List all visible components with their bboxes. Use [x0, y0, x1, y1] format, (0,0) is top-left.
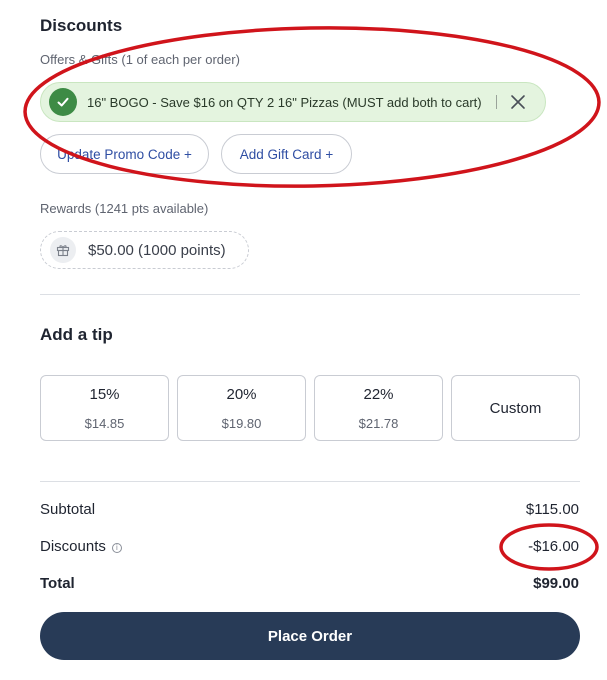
tip-amount: $19.80 — [221, 416, 262, 431]
tip-option-20[interactable]: 20% $19.80 — [177, 375, 306, 441]
tip-title: Add a tip — [40, 325, 113, 344]
gift-icon — [50, 237, 76, 263]
subtotal-value: $115.00 — [525, 501, 579, 518]
info-icon[interactable]: i — [111, 543, 122, 553]
section-divider — [40, 294, 580, 295]
update-promo-code-button[interactable]: Update Promo Code + — [40, 134, 209, 174]
applied-offer-text: 16" BOGO - Save $16 on QTY 2 16" Pizzas … — [87, 94, 482, 110]
tip-percent: 20% — [226, 386, 257, 403]
tip-option-15[interactable]: 15% $14.85 — [40, 375, 169, 441]
reward-option-label: $50.00 (1000 points) — [88, 241, 226, 259]
add-gift-card-button[interactable]: Add Gift Card + — [221, 134, 352, 174]
tip-amount: $21.78 — [358, 416, 399, 431]
reward-option[interactable]: $50.00 (1000 points) — [40, 231, 249, 269]
applied-offer-chip: 16" BOGO - Save $16 on QTY 2 16" Pizzas … — [40, 82, 546, 122]
tip-percent: 22% — [363, 386, 394, 403]
discounts-label: Discounts — [40, 538, 106, 555]
tip-option-custom[interactable]: Custom — [451, 375, 580, 441]
place-order-button[interactable]: Place Order — [40, 612, 580, 660]
discounts-row: Discounts i — [40, 538, 122, 555]
close-icon[interactable] — [509, 93, 527, 111]
tip-custom-label: Custom — [489, 400, 542, 417]
subtotal-label: Subtotal — [40, 501, 96, 518]
discounts-value: -$16.00 — [528, 538, 579, 555]
tip-percent: 15% — [89, 386, 120, 403]
chip-separator — [495, 95, 497, 109]
tip-amount: $14.85 — [84, 416, 125, 431]
discounts-title: Discounts — [40, 16, 123, 35]
offers-label: Offers & Gifts (1 of each per order) — [40, 52, 240, 67]
check-icon — [49, 88, 77, 116]
rewards-label: Rewards (1241 pts available) — [40, 201, 209, 216]
total-value: $99.00 — [533, 575, 579, 592]
section-divider — [40, 481, 580, 482]
total-label: Total — [40, 575, 75, 592]
tip-option-22[interactable]: 22% $21.78 — [314, 375, 443, 441]
